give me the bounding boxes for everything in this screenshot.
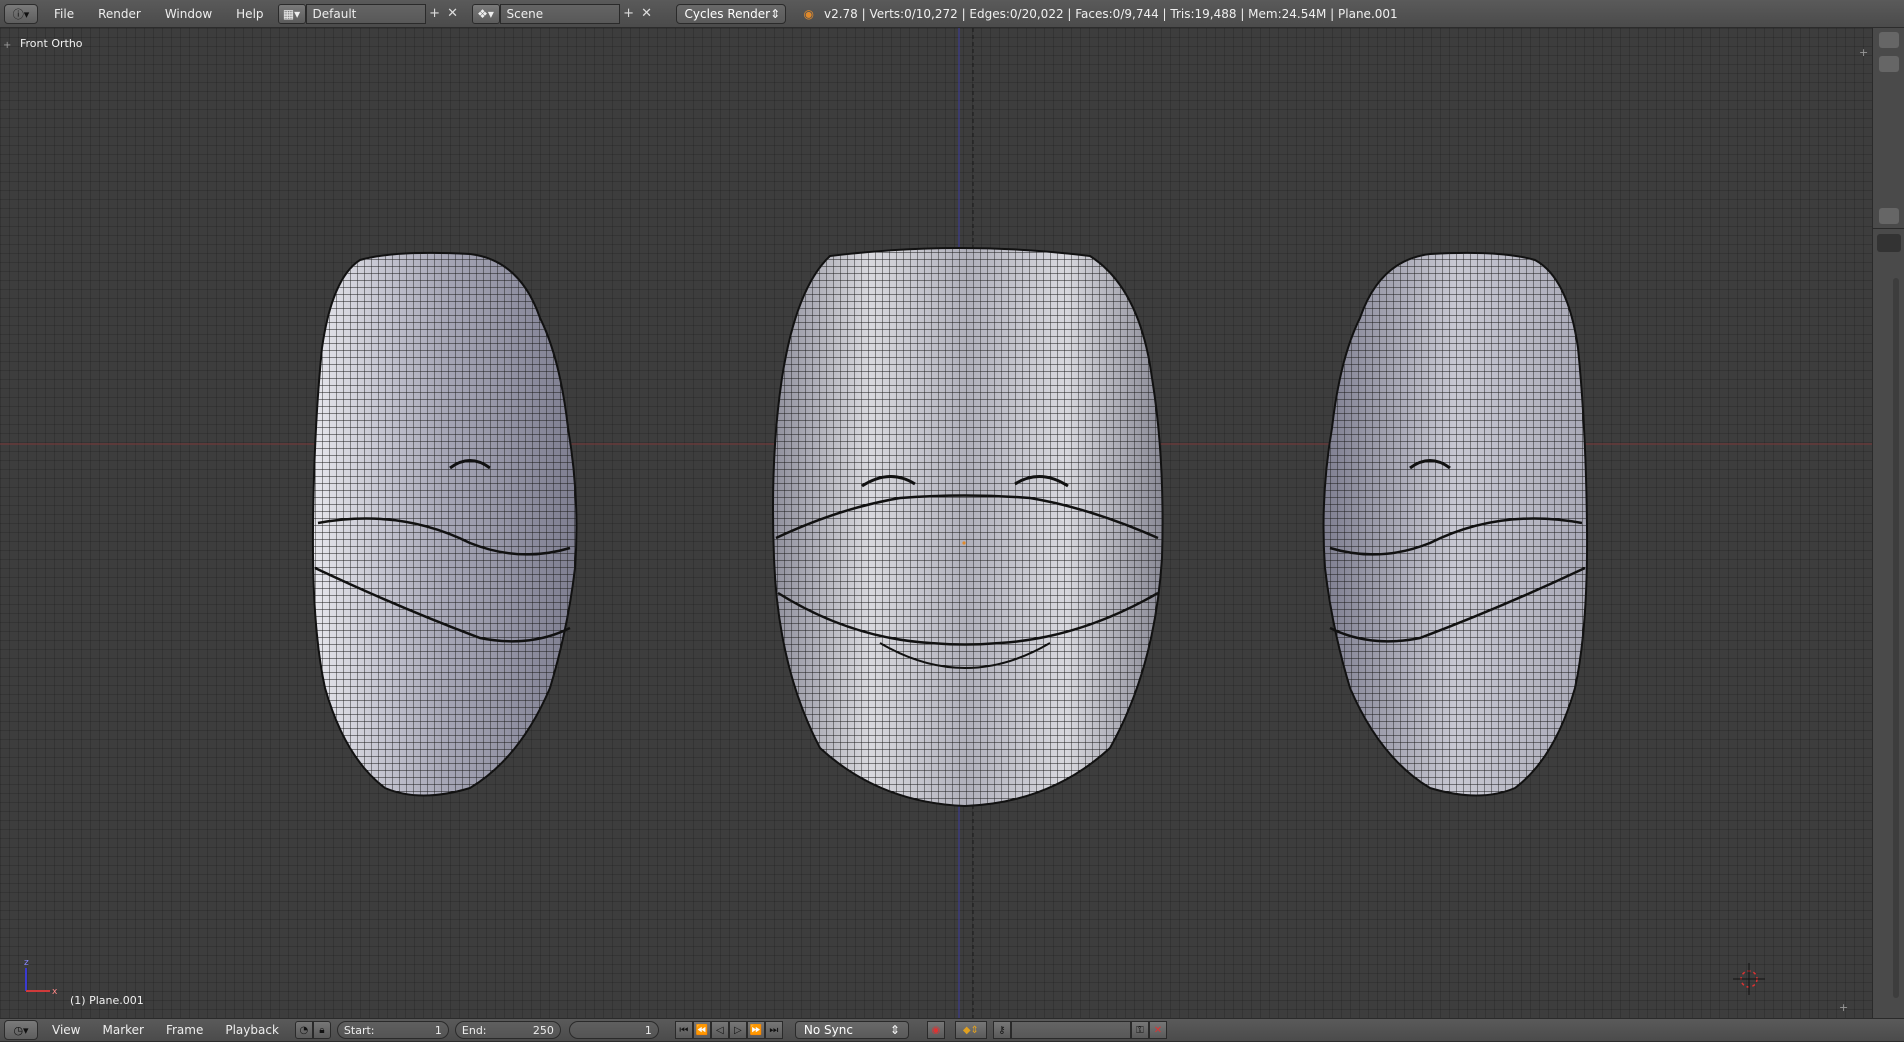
viewport-scene: z x + + <box>0 28 1872 1018</box>
menu-render[interactable]: Render <box>98 7 141 21</box>
delete-layout-button[interactable]: ✕ <box>444 4 462 24</box>
jump-keyframe-back-button[interactable]: ⏪ <box>692 1021 711 1039</box>
editor-type-button[interactable]: ⓘ▾ <box>4 3 38 24</box>
timeline-menu-marker[interactable]: Marker <box>102 1023 143 1037</box>
play-reverse-icon: ◁ <box>716 1024 724 1036</box>
keyframe-diamond-icon: ◆⇕ <box>962 1024 979 1036</box>
timeline-menu-view[interactable]: View <box>52 1023 80 1037</box>
end-frame-field[interactable]: End: 250 <box>454 1021 561 1039</box>
current-frame-field[interactable]: 1 <box>568 1021 659 1039</box>
mask-left-side-view[interactable] <box>311 251 578 797</box>
play-icon: ▷ <box>734 1024 742 1036</box>
mask-right-side-view[interactable] <box>1322 251 1589 797</box>
lock-range-button[interactable]: 🔒︎ <box>312 1021 331 1039</box>
clock-small-icon: ◔ <box>299 1024 309 1036</box>
render-engine-value: Cycles Render <box>684 6 771 21</box>
close-icon: ✕ <box>641 6 652 21</box>
blender-window: ⓘ▾ File Render Window Help ▦▾ Default + … <box>0 0 1904 1042</box>
timeline-header: ◷▾ View Marker Frame Playback ◔ 🔒︎ Start… <box>0 1018 1904 1042</box>
add-layout-button[interactable]: + <box>426 4 444 24</box>
timeline-menu-playback[interactable]: Playback <box>225 1023 279 1037</box>
plus-icon: + <box>429 6 440 21</box>
menu-file[interactable]: File <box>54 7 74 21</box>
3d-viewport[interactable]: Front Ortho + z x + + (1) Plane.001 <box>0 28 1872 1018</box>
timeline-menu-frame[interactable]: Frame <box>166 1023 203 1037</box>
menu-window[interactable]: Window <box>165 7 212 21</box>
svg-text:x: x <box>52 987 58 997</box>
updown-arrows-icon: ⇕ <box>889 1023 900 1037</box>
end-frame-label: End: <box>461 1023 487 1037</box>
scene-statistics: v2.78 | Verts:0/10,272 | Edges:0/20,022 … <box>824 6 1398 21</box>
info-header: ⓘ▾ File Render Window Help ▦▾ Default + … <box>0 0 1904 28</box>
blender-logo-icon: ◉ <box>803 6 814 21</box>
start-frame-value: 1 <box>434 1023 442 1037</box>
clock-icon: ◷▾ <box>13 1023 29 1037</box>
object-origin-dot <box>962 541 966 545</box>
lock-icon: 🔒︎ <box>319 1024 325 1036</box>
timeline-editor-type-button[interactable]: ◷▾ <box>4 1020 38 1040</box>
properties-sidebar-strip[interactable] <box>1872 28 1904 1018</box>
keyframe-forward-icon: ⏩ <box>749 1024 763 1036</box>
key-insert-icon: ⚿ <box>1136 1024 1144 1036</box>
key-icon: ⚷ <box>998 1024 1006 1036</box>
jump-start-icon: ⏮ <box>679 1024 689 1036</box>
delete-scene-button[interactable]: ✕ <box>638 4 656 24</box>
jump-end-icon: ⏭ <box>769 1024 779 1036</box>
layout-name-field[interactable]: Default <box>305 3 426 24</box>
start-frame-label: Start: <box>343 1023 375 1037</box>
preview-range-button[interactable]: ◔ <box>294 1021 313 1039</box>
keying-set-field[interactable] <box>1010 1021 1131 1039</box>
3d-cursor-icon[interactable] <box>1733 963 1765 995</box>
sync-mode-dropdown[interactable]: No Sync ⇕ <box>794 1021 909 1039</box>
record-icon: ◉ <box>931 1024 941 1036</box>
keying-mode-dropdown[interactable]: ◆⇕ <box>954 1021 987 1039</box>
scene-name-field[interactable]: Scene <box>499 3 620 24</box>
key-delete-icon: ✕ <box>1153 1024 1163 1036</box>
region-corner-plus-icon[interactable]: + <box>1839 1001 1848 1014</box>
jump-start-button[interactable]: ⏮ <box>674 1021 693 1039</box>
jump-end-button[interactable]: ⏭ <box>764 1021 783 1039</box>
strip-divider <box>1873 228 1904 229</box>
delete-keyframe-button[interactable]: ✕ <box>1148 1021 1167 1039</box>
sync-mode-value: No Sync <box>803 1023 853 1037</box>
current-frame-value: 1 <box>644 1023 652 1037</box>
mask-front-view[interactable] <box>772 247 1164 808</box>
render-engine-dropdown[interactable]: Cycles Render ⇕ <box>675 3 786 24</box>
properties-icon[interactable] <box>1879 56 1899 72</box>
scene-browse-button[interactable]: ❖▾ <box>471 3 500 24</box>
keyframe-back-icon: ⏪ <box>695 1024 709 1036</box>
region-corner-plus-top-icon[interactable]: + <box>1859 46 1868 59</box>
play-button[interactable]: ▷ <box>728 1021 747 1039</box>
add-scene-button[interactable]: + <box>620 4 638 24</box>
insert-keyframe-button[interactable]: ⚿ <box>1130 1021 1149 1039</box>
scene-icon: ❖▾ <box>477 6 494 21</box>
axis-orientation-gizmo-icon: z x <box>24 958 58 997</box>
info-icon: ⓘ▾ <box>12 7 30 21</box>
start-frame-field[interactable]: Start: 1 <box>336 1021 449 1039</box>
render-props-icon[interactable] <box>1877 234 1901 252</box>
toggle-icon[interactable] <box>1879 208 1899 224</box>
auto-keying-button[interactable]: ◉ <box>926 1021 945 1039</box>
screen-layout-icon: ▦▾ <box>282 6 301 21</box>
jump-keyframe-forward-button[interactable]: ⏩ <box>746 1021 765 1039</box>
outliner-icon[interactable] <box>1879 32 1899 48</box>
end-frame-value: 250 <box>532 1023 554 1037</box>
svg-text:z: z <box>24 958 29 968</box>
menu-help[interactable]: Help <box>236 7 263 21</box>
keying-set-icon[interactable]: ⚷ <box>992 1021 1011 1039</box>
play-reverse-button[interactable]: ◁ <box>710 1021 729 1039</box>
sidebar-scrollbar[interactable] <box>1893 278 1899 998</box>
close-icon: ✕ <box>447 6 458 21</box>
layout-browse-button[interactable]: ▦▾ <box>277 3 306 24</box>
updown-arrows-icon: ⇕ <box>770 6 781 21</box>
plus-icon: + <box>623 6 634 21</box>
active-object-label: (1) Plane.001 <box>70 994 144 1007</box>
